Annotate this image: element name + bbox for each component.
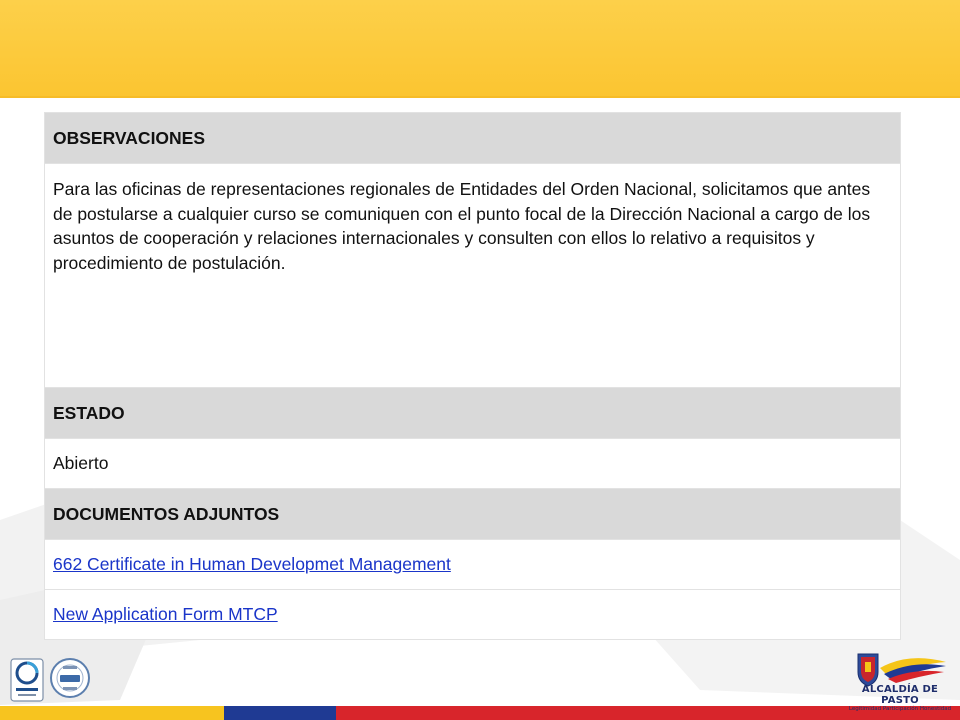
- iso-9001-certification-icon: [10, 658, 44, 702]
- observaciones-text: Para las oficinas de representaciones re…: [44, 163, 901, 388]
- logo-caption: ALCALDÍA DE PASTO Legitimidad Participac…: [843, 684, 957, 712]
- observaciones-heading: OBSERVACIONES: [44, 112, 901, 164]
- table-row: Para las oficinas de representaciones re…: [44, 163, 901, 388]
- info-table: OBSERVACIONES Para las oficinas de repre…: [44, 112, 901, 640]
- table-row: ESTADO: [44, 387, 901, 439]
- table-row: DOCUMENTOS ADJUNTOS: [44, 488, 901, 540]
- stripe-blue: [224, 706, 336, 720]
- certificate-document-link[interactable]: 662 Certificate in Human Developmet Mana…: [53, 554, 451, 574]
- stripe-yellow: [0, 706, 224, 720]
- estado-value: Abierto: [44, 438, 901, 489]
- logo-name: ALCALDÍA DE PASTO: [861, 684, 939, 706]
- footer-stripe: [0, 706, 960, 720]
- ntc-gp-1000-certification-icon: [50, 658, 90, 698]
- documentos-heading: DOCUMENTOS ADJUNTOS: [44, 488, 901, 540]
- table-row: New Application Form MTCP: [44, 589, 901, 640]
- estado-heading: ESTADO: [44, 387, 901, 439]
- application-form-link[interactable]: New Application Form MTCP: [53, 604, 278, 624]
- table-row: OBSERVACIONES: [44, 112, 901, 164]
- header-band: [0, 0, 960, 98]
- table-row: 662 Certificate in Human Developmet Mana…: [44, 539, 901, 590]
- logo-tagline: Legitimidad Participación Honestidad: [848, 706, 952, 712]
- table-row: Abierto: [44, 438, 901, 489]
